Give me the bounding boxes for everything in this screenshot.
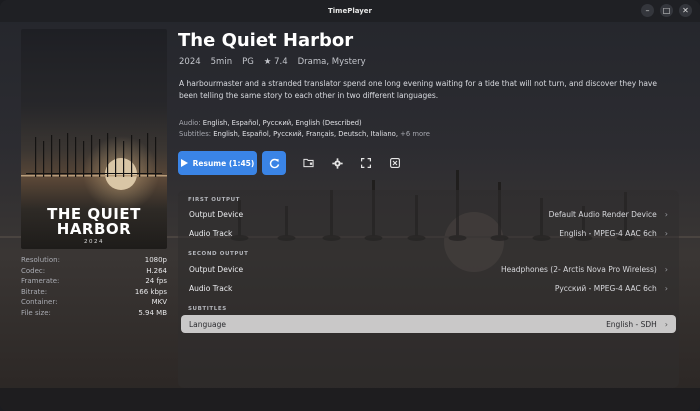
window-title: TimePlayer bbox=[327, 7, 373, 15]
subtitle-language-value: English - SDH bbox=[606, 319, 657, 329]
first-audio-track-value: English - MPEG-4 AAC 6ch bbox=[559, 228, 657, 238]
poster[interactable]: THE QUIET HARBOR 2024 bbox=[21, 29, 167, 249]
second-output-device-value: Headphones (2- Arctis Nova Pro Wireless) bbox=[500, 264, 657, 274]
spec-value: H.264 bbox=[146, 266, 167, 275]
movie-runtime: 5min bbox=[210, 57, 233, 67]
spec-row: Container: MKV bbox=[21, 297, 167, 308]
second-audio-track-row[interactable]: Audio Track Русский - MPEG-4 AAC 6ch › bbox=[181, 279, 676, 297]
spec-key: Codec: bbox=[21, 266, 46, 275]
subtitles-header: SUBTITLES bbox=[188, 306, 227, 312]
close-box-icon bbox=[390, 158, 400, 168]
titlebar[interactable]: TimePlayer – □ ✕ bbox=[0, 0, 700, 22]
chevron-right-icon: › bbox=[664, 209, 668, 219]
second-output-device-label: Output Device bbox=[189, 264, 244, 274]
fullscreen-button[interactable] bbox=[354, 151, 378, 175]
subtitle-language-row[interactable]: Language English - SDH › bbox=[181, 315, 676, 333]
minimize-icon[interactable]: – bbox=[641, 4, 654, 17]
spec-key: Framerate: bbox=[21, 277, 60, 286]
spec-key: Container: bbox=[21, 298, 58, 307]
chevron-right-icon: › bbox=[664, 264, 668, 274]
first-output-device-row[interactable]: Output Device Default Audio Render Devic… bbox=[181, 205, 676, 223]
spec-value: 1080p bbox=[144, 256, 167, 264]
spec-key: File size: bbox=[21, 308, 51, 317]
spec-value: 24 fps bbox=[145, 277, 167, 286]
spec-row: Framerate: 24 fps bbox=[21, 276, 167, 287]
play-icon bbox=[180, 159, 188, 167]
first-audio-track-row[interactable]: Audio Track English - MPEG-4 AAC 6ch › bbox=[181, 224, 676, 242]
remove-button[interactable] bbox=[383, 151, 407, 175]
subtitle-streams: Subtitles: English, Español, Русский, Fr… bbox=[179, 129, 430, 140]
settings-button[interactable] bbox=[325, 151, 349, 175]
first-audio-track-label: Audio Track bbox=[189, 228, 233, 238]
playback-options-panel: FIRST OUTPUT Output Device Default Audio… bbox=[178, 190, 679, 388]
first-output-device-value: Default Audio Render Device bbox=[548, 209, 657, 219]
specs-list: Resolution: 1080p Codec: H.264 Framerate: 2… bbox=[21, 255, 167, 319]
poster-title: THE QUIET HARBOR bbox=[21, 207, 167, 237]
action-bar: Resume (1:45) bbox=[178, 151, 407, 175]
spec-row: Bitrate: 166 kbps bbox=[21, 287, 167, 298]
subtitles-more[interactable]: +6 more bbox=[400, 130, 430, 138]
gear-icon bbox=[331, 157, 343, 169]
spec-row: File size: 5.94 MB bbox=[21, 308, 167, 319]
subtitles-label: Subtitles: bbox=[179, 129, 212, 138]
spec-key: Resolution: bbox=[21, 256, 60, 264]
audio-label: Audio: bbox=[179, 119, 201, 127]
movie-rating: PG bbox=[242, 57, 254, 67]
window-controls: – □ ✕ bbox=[641, 4, 692, 17]
movie-title: The Quiet Harbor bbox=[178, 30, 354, 51]
chevron-right-icon: › bbox=[664, 319, 668, 329]
spec-value: 5.94 MB bbox=[138, 308, 167, 317]
subtitle-language-label: Language bbox=[189, 319, 227, 329]
first-output-device-label: Output Device bbox=[189, 209, 244, 219]
spec-key: Bitrate: bbox=[21, 287, 48, 296]
second-output-header: SECOND OUTPUT bbox=[188, 251, 249, 257]
app-window: TimePlayer – □ ✕ THE QUIET HARBOR 2024 R… bbox=[0, 0, 700, 411]
resume-button[interactable]: Resume (1:45) bbox=[178, 151, 257, 175]
audio-value: English, Español, Русский, English (Desc… bbox=[202, 119, 362, 127]
spec-row: Resolution: 1080p bbox=[21, 255, 167, 266]
movie-year: 2024 bbox=[179, 57, 201, 67]
movie-meta: 2024 5min PG ★ 7.4 Drama, Mystery bbox=[179, 57, 366, 67]
folder-icon bbox=[302, 158, 314, 168]
spec-row: Codec: H.264 bbox=[21, 266, 167, 277]
second-output-device-row[interactable]: Output Device Headphones (2- Arctis Nova… bbox=[181, 260, 676, 278]
close-icon[interactable]: ✕ bbox=[679, 4, 692, 17]
chevron-right-icon: › bbox=[664, 283, 668, 293]
maximize-icon[interactable]: □ bbox=[660, 4, 673, 17]
poster-title-line2: HARBOR bbox=[56, 220, 132, 238]
fullscreen-icon bbox=[361, 158, 371, 168]
first-output-header: FIRST OUTPUT bbox=[188, 197, 241, 203]
stream-info: Audio: English, Español, Русский, Englis… bbox=[179, 118, 430, 139]
restart-icon bbox=[269, 158, 279, 168]
movie-genres: Drama, Mystery bbox=[297, 57, 366, 67]
second-audio-track-value: Русский - MPEG-4 AAC 6ch bbox=[554, 283, 657, 293]
spec-value: 166 kbps bbox=[134, 287, 167, 296]
poster-year: 2024 bbox=[84, 239, 104, 245]
spec-value: MKV bbox=[151, 298, 167, 307]
audio-streams: Audio: English, Español, Русский, Englis… bbox=[179, 118, 430, 129]
movie-description: A harbourmaster and a stranded translato… bbox=[179, 79, 657, 100]
resume-label: Resume (1:45) bbox=[192, 158, 255, 168]
chevron-right-icon: › bbox=[664, 228, 668, 238]
second-audio-track-label: Audio Track bbox=[189, 283, 233, 293]
subtitles-value: English, Español, Русский, Français, Deu… bbox=[213, 129, 398, 138]
bottom-bar bbox=[0, 388, 700, 411]
movie-score: ★ 7.4 bbox=[263, 57, 288, 67]
open-folder-button[interactable] bbox=[296, 151, 320, 175]
restart-button[interactable] bbox=[262, 151, 286, 175]
